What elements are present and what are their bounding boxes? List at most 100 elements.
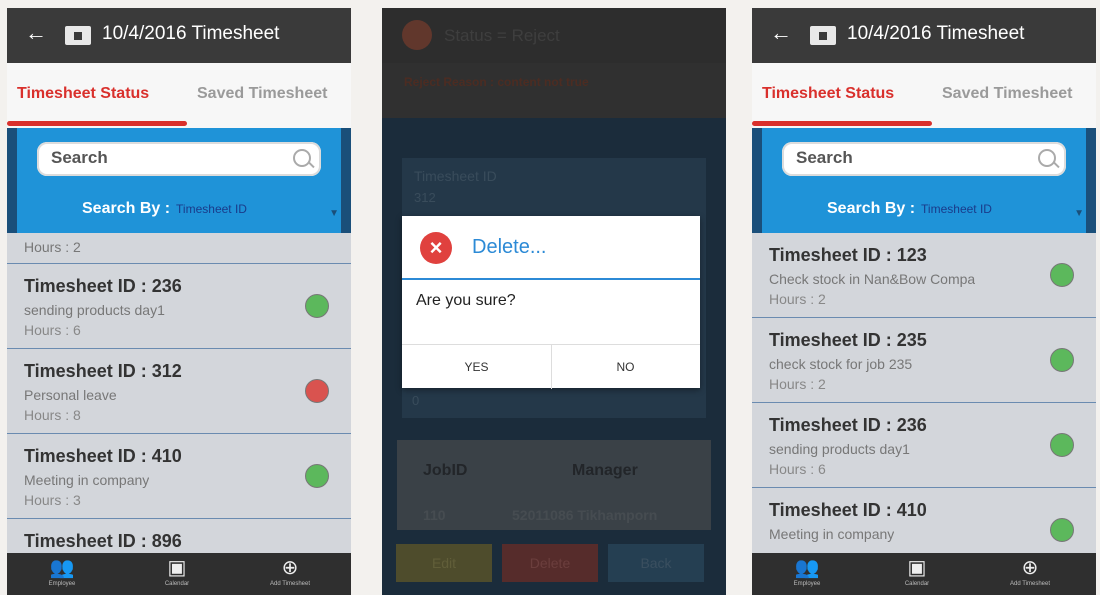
tab-bar: Timesheet Status Saved Timesheet [7,63,351,128]
list-item[interactable]: Timesheet ID : 410 Meeting in company [752,488,1096,553]
page-title: 10/4/2016 Timesheet [847,23,1025,44]
back-arrow-icon[interactable]: ← [25,20,47,46]
tab-bar: Timesheet Status Saved Timesheet [752,63,1096,128]
nav-calendar[interactable]: ▣ Calendar [137,553,217,595]
search-icon[interactable] [1038,149,1056,167]
nav-add-timesheet[interactable]: ⊕ Add Timesheet [990,553,1070,595]
search-by[interactable]: Search By : Timesheet ID [82,200,247,218]
status-dot-green [1050,263,1074,287]
bottom-nav: 👥 Employee ▣ Calendar ⊕ Add Timesheet [7,553,351,595]
search-box[interactable] [782,142,1066,176]
phone-screen-timesheet-list-2: ← 10/4/2016 Timesheet Timesheet Status S… [752,8,1096,595]
dialog-no-button[interactable]: NO [551,344,700,389]
timesheet-list: Hours : 2 Timesheet ID : 236 sending pro… [7,233,351,553]
calendar-icon: ▣ [907,557,927,579]
nav-add-label: Add Timesheet [1009,581,1051,587]
nav-add-label: Add Timesheet [269,581,311,587]
nav-employee[interactable]: 👥 Employee [767,553,847,595]
list-item-partial[interactable]: Hours : 2 [7,233,351,264]
status-dot-green [1050,518,1074,542]
search-panel: Search By : Timesheet ID ▼ [752,128,1096,233]
list-item-hours: Hours : 2 [769,376,826,392]
delete-dialog: × Delete... Are you sure? YES NO [402,216,700,389]
list-item-id: Timesheet ID : 896 [24,531,182,551]
list-item-hours: Hours : 6 [24,322,81,338]
list-item-desc: Personal leave [24,387,117,403]
dialog-title: Delete... [472,236,547,258]
search-panel: Search By : Timesheet ID ▼ [7,128,351,233]
nav-employee[interactable]: 👥 Employee [22,553,102,595]
people-icon: 👥 [794,557,820,579]
list-item-id: Timesheet ID : 123 [769,245,927,265]
search-by[interactable]: Search By : Timesheet ID [827,200,992,218]
list-item-hours: Hours : 2 [24,239,81,255]
status-dot-green [305,464,329,488]
list-item[interactable]: Timesheet ID : 236 sending products day1… [752,403,1096,488]
active-tab-indicator [752,121,932,126]
nav-employee-label: Employee [48,581,76,587]
list-item-hours: Hours : 8 [24,407,81,423]
dialog-message: Are you sure? [416,292,516,309]
list-item[interactable]: Timesheet ID : 410 Meeting in company Ho… [7,434,351,519]
status-dot-green [1050,433,1074,457]
list-item-hours: Hours : 6 [769,461,826,477]
list-item-desc: check stock for job 235 [769,356,913,372]
list-item-hours: Hours : 3 [24,492,81,508]
nav-calendar-label: Calendar [904,581,930,587]
people-icon: 👥 [49,557,75,579]
folder-icon [65,26,91,45]
list-item-desc: Meeting in company [24,472,150,488]
search-by-value[interactable]: Timesheet ID [921,202,992,216]
error-x-icon: × [420,232,452,264]
list-item-desc: sending products day1 [769,441,910,457]
search-by-label: Search By : [82,200,171,217]
search-box[interactable] [37,142,321,176]
dropdown-caret-icon[interactable]: ▼ [329,208,339,219]
folder-icon [810,26,836,45]
list-item[interactable]: Timesheet ID : 896 [7,519,351,553]
back-arrow-icon[interactable]: ← [770,20,792,46]
add-circle-icon: ⊕ [1021,557,1039,579]
status-dot-red [305,379,329,403]
list-item-id: Timesheet ID : 236 [24,276,182,296]
list-item-desc: Meeting in company [769,526,895,542]
dropdown-caret-icon[interactable]: ▼ [1074,208,1084,219]
tab-saved-timesheet[interactable]: Saved Timesheet [197,85,327,103]
phone-screen-timesheet-list: ← 10/4/2016 Timesheet Timesheet Status S… [7,8,351,595]
nav-calendar-label: Calendar [164,581,190,587]
list-item-id: Timesheet ID : 235 [769,330,927,350]
timesheet-list: Timesheet ID : 123 Check stock in Nan&Bo… [752,233,1096,553]
dialog-header: × Delete... [402,216,700,280]
tab-timesheet-status[interactable]: Timesheet Status [762,85,894,103]
list-item-id: Timesheet ID : 410 [24,446,182,466]
list-item-id: Timesheet ID : 410 [769,500,927,520]
status-dot-green [305,294,329,318]
dialog-yes-button[interactable]: YES [402,344,552,389]
app-bar: ← 10/4/2016 Timesheet [752,8,1096,63]
search-by-label: Search By : [827,200,916,217]
search-icon[interactable] [293,149,311,167]
nav-employee-label: Employee [793,581,821,587]
list-item-desc: Check stock in Nan&Bow Compa [769,271,976,287]
calendar-icon: ▣ [167,557,187,579]
search-input[interactable] [49,147,283,169]
list-item-desc: sending products day1 [24,302,165,318]
phone-screen-reject-detail: Status = Reject Reject Reason : content … [382,8,726,595]
bottom-nav: 👥 Employee ▣ Calendar ⊕ Add Timesheet [752,553,1096,595]
nav-calendar[interactable]: ▣ Calendar [877,553,957,595]
list-item[interactable]: Timesheet ID : 312 Personal leave Hours … [7,349,351,434]
search-by-value[interactable]: Timesheet ID [176,202,247,216]
list-item-id: Timesheet ID : 312 [24,361,182,381]
list-item[interactable]: Timesheet ID : 236 sending products day1… [7,264,351,349]
app-bar: ← 10/4/2016 Timesheet [7,8,351,63]
add-circle-icon: ⊕ [281,557,299,579]
tab-timesheet-status[interactable]: Timesheet Status [17,85,149,103]
list-item-hours: Hours : 2 [769,291,826,307]
page-title: 10/4/2016 Timesheet [102,23,280,44]
search-input[interactable] [794,147,1028,169]
list-item[interactable]: Timesheet ID : 235 check stock for job 2… [752,318,1096,403]
list-item[interactable]: Timesheet ID : 123 Check stock in Nan&Bo… [752,233,1096,318]
nav-add-timesheet[interactable]: ⊕ Add Timesheet [250,553,330,595]
tab-saved-timesheet[interactable]: Saved Timesheet [942,85,1072,103]
list-item-id: Timesheet ID : 236 [769,415,927,435]
